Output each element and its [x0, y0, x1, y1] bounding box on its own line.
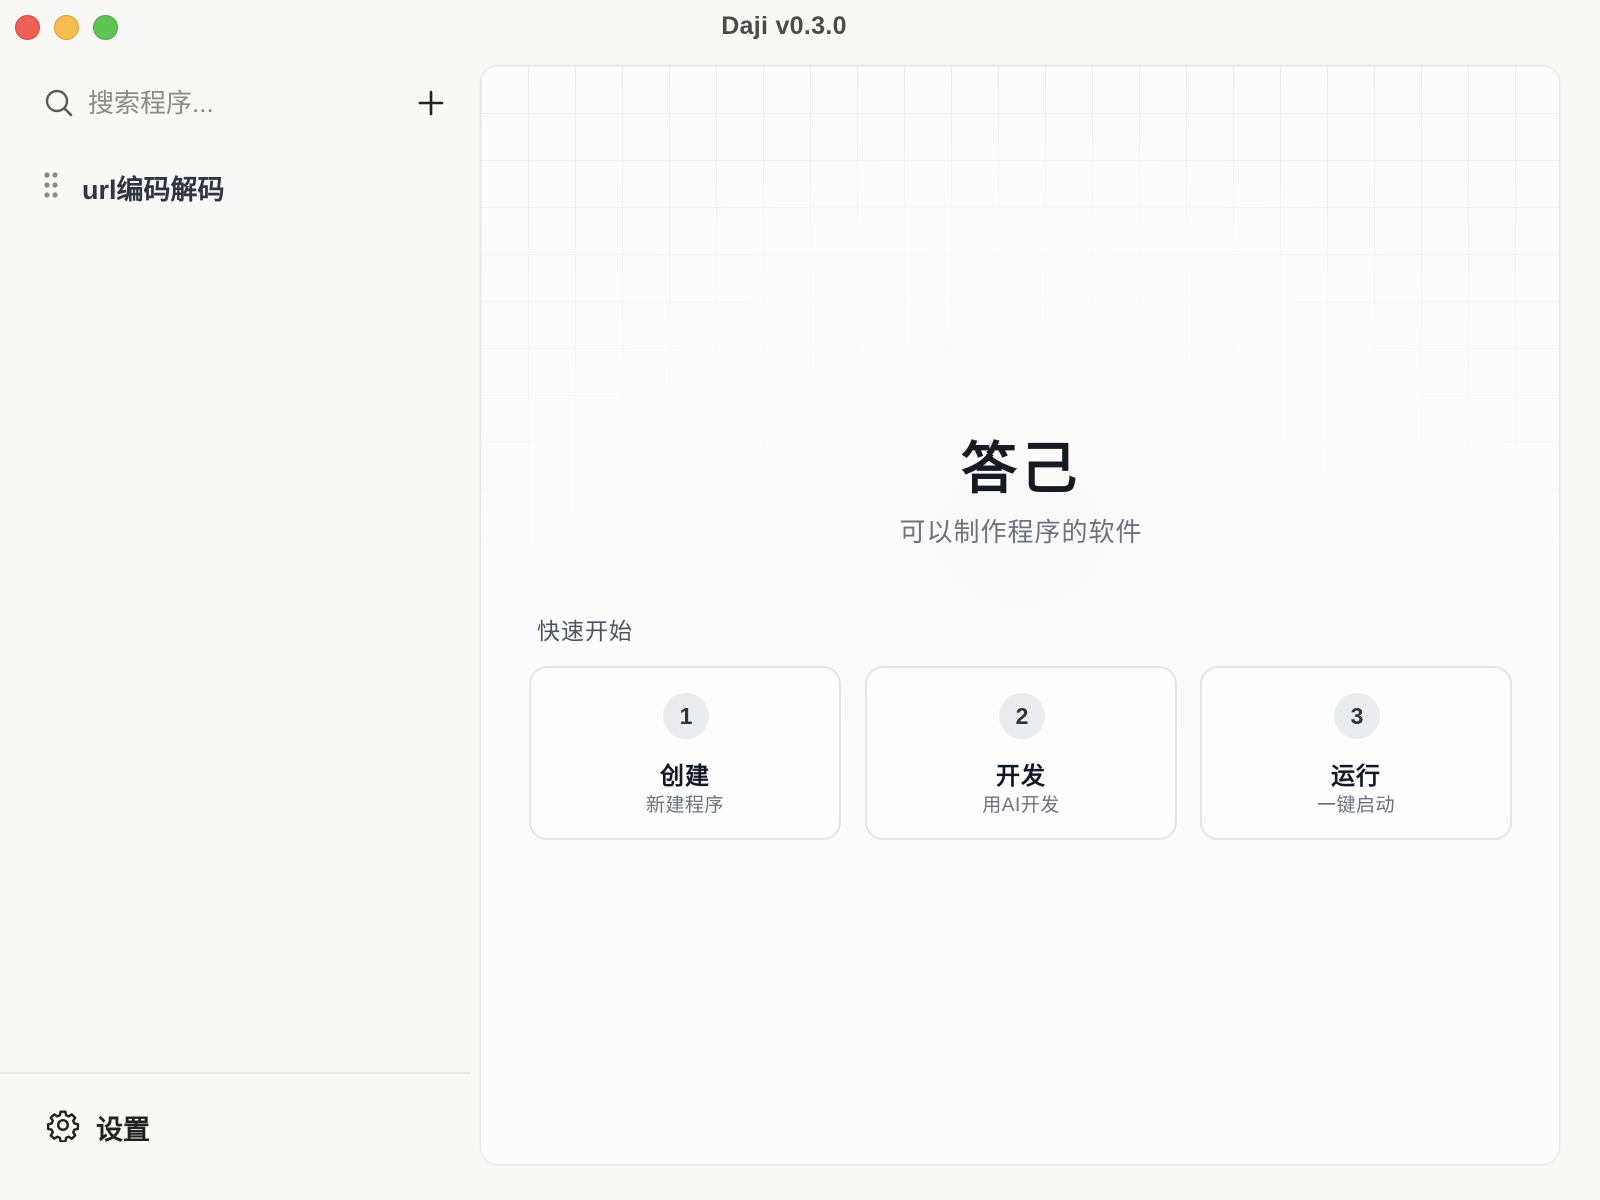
- app-title: 答己: [961, 437, 1081, 500]
- quickstart-cards: 1 创建 新建程序 2 开发 用AI开发 3 运行 一键启动: [529, 666, 1513, 840]
- settings-button[interactable]: 设置: [46, 1104, 246, 1148]
- sidebar: url编码解码 设置: [0, 54, 470, 1176]
- search-bar: [40, 82, 450, 124]
- quickstart-card-develop[interactable]: 2 开发 用AI开发: [865, 666, 1177, 840]
- card-title: 运行: [1331, 763, 1381, 790]
- quickstart-heading: 快速开始: [537, 618, 633, 644]
- card-description: 新建程序: [645, 795, 724, 816]
- search-input[interactable]: [88, 84, 388, 122]
- window-title: Daji v0.3.0: [721, 12, 847, 40]
- search-icon: [45, 89, 73, 117]
- program-label: url编码解码: [82, 175, 225, 205]
- plus-icon[interactable]: [416, 88, 446, 118]
- title-bar: Daji v0.3.0: [0, 0, 1568, 54]
- app-subtitle: 可以制作程序的软件: [899, 517, 1143, 547]
- gear-icon: [46, 1110, 80, 1142]
- app-window: Daji v0.3.0 url编码解码: [0, 0, 1568, 1176]
- quickstart-card-create[interactable]: 1 创建 新建程序: [529, 666, 841, 840]
- card-description: 用AI开发: [982, 795, 1060, 816]
- card-description: 一键启动: [1316, 795, 1395, 816]
- program-list-item[interactable]: url编码解码: [40, 162, 450, 208]
- step-number-badge: 2: [999, 693, 1045, 739]
- quickstart-card-run[interactable]: 3 运行 一键启动: [1200, 666, 1512, 840]
- main-panel: 答己 可以制作程序的软件 快速开始 1 创建 新建程序 2 开发 用AI开发 3…: [480, 65, 1560, 1165]
- card-title: 创建: [660, 763, 710, 790]
- card-title: 开发: [996, 763, 1046, 790]
- sidebar-divider: [0, 1072, 470, 1074]
- step-number-badge: 1: [663, 693, 709, 739]
- drag-handle-icon[interactable]: [43, 172, 59, 198]
- step-number-badge: 3: [1334, 693, 1380, 739]
- settings-label: 设置: [96, 1115, 150, 1145]
